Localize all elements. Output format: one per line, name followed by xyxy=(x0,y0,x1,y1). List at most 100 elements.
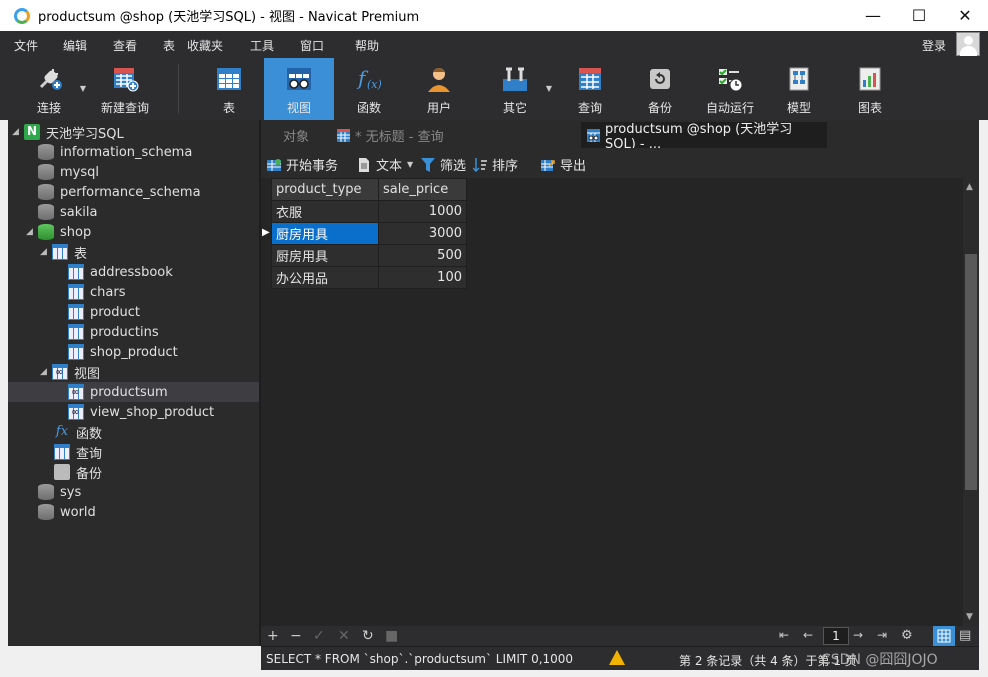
table-row[interactable]: 厨房用具 500 xyxy=(271,244,467,267)
tree-db-sys[interactable]: sys xyxy=(38,482,81,502)
warning-icon[interactable] xyxy=(609,650,625,665)
toolbar-function-button[interactable]: f (x) 函数 xyxy=(342,58,396,120)
form-view-icon[interactable]: ▤ xyxy=(959,628,971,643)
tab-untitled-query[interactable]: * 无标题 - 查询 xyxy=(331,122,450,148)
scrollbar-thumb[interactable] xyxy=(965,254,977,490)
tab-productsum-view[interactable]: productsum @shop (天池学习SQL) - ... xyxy=(581,122,827,152)
tree-table-item[interactable]: productins xyxy=(68,322,159,342)
tree-db-information-schema[interactable]: information_schema xyxy=(38,142,192,162)
tree-db-mysql[interactable]: mysql xyxy=(38,162,99,182)
tree-tables-folder[interactable]: ◢ 表 xyxy=(40,242,87,262)
maximize-button[interactable]: ☐ xyxy=(896,0,942,31)
close-button[interactable]: ✕ xyxy=(942,0,988,31)
toolbar-view-button[interactable]: 视图 xyxy=(264,58,334,120)
table-cell[interactable]: 3000 xyxy=(378,222,467,245)
view-icon xyxy=(68,384,84,400)
menu-window[interactable]: 窗口 xyxy=(300,37,324,54)
minimize-button[interactable]: — xyxy=(850,0,896,31)
tree-view-item[interactable]: view_shop_product xyxy=(68,402,214,422)
table-cell[interactable]: 办公用品 xyxy=(271,266,379,289)
menu-edit[interactable]: 编辑 xyxy=(63,37,87,54)
tab-objects[interactable]: 对象 xyxy=(277,122,315,148)
tree-table-item[interactable]: chars xyxy=(68,282,125,302)
tree-db-performance-schema[interactable]: performance_schema xyxy=(38,182,201,202)
tree-view-item-selected[interactable]: productsum xyxy=(8,382,259,402)
table-cell[interactable]: 500 xyxy=(378,244,467,267)
page-number-field[interactable]: 1 xyxy=(823,627,849,645)
table-cell[interactable]: 100 xyxy=(378,266,467,289)
menu-file[interactable]: 文件 xyxy=(14,37,38,54)
table-row[interactable]: 办公用品 100 xyxy=(271,266,467,289)
chevron-down-icon[interactable]: ▼ xyxy=(407,160,413,169)
menu-tools[interactable]: 工具 xyxy=(250,37,274,54)
stop-icon[interactable]: ■ xyxy=(385,628,398,644)
menu-table[interactable]: 表 xyxy=(163,37,175,54)
table-icon xyxy=(52,244,68,260)
collapse-arrow-icon[interactable]: ◢ xyxy=(12,127,24,137)
table-row[interactable]: 衣服 1000 xyxy=(271,200,467,223)
toolbar-new-query-button[interactable]: 新建查询 xyxy=(98,58,152,120)
add-record-icon[interactable]: + xyxy=(267,628,279,644)
gear-icon[interactable]: ⚙ xyxy=(901,628,913,643)
tree-db-shop[interactable]: ◢ shop xyxy=(26,222,91,242)
tree-connection[interactable]: ◢ 天池学习SQL xyxy=(12,122,124,142)
table-cell[interactable]: 厨房用具 xyxy=(271,244,379,267)
tree-db-sakila[interactable]: sakila xyxy=(38,202,97,222)
export-button[interactable]: 导出 xyxy=(541,155,586,174)
export-icon xyxy=(541,158,555,172)
tree-table-item[interactable]: addressbook xyxy=(68,262,173,282)
text-view-button[interactable]: 文本 ▼ xyxy=(357,155,413,174)
apply-check-icon[interactable]: ✓ xyxy=(313,628,325,644)
toolbar-model-button[interactable]: 模型 xyxy=(772,58,826,120)
first-page-icon[interactable]: ⇤ xyxy=(779,628,789,642)
collapse-arrow-icon[interactable]: ◢ xyxy=(40,247,52,257)
delete-record-icon[interactable]: − xyxy=(290,628,302,644)
menu-help[interactable]: 帮助 xyxy=(355,37,379,54)
sort-button[interactable]: 排序 xyxy=(472,155,518,174)
tree-table-item[interactable]: product xyxy=(68,302,140,322)
tree-backups-folder[interactable]: 备份 xyxy=(54,462,102,482)
menu-favorites[interactable]: 收藏夹 xyxy=(187,37,223,54)
tree-queries-folder[interactable]: 查询 xyxy=(54,442,102,462)
grid-view-button[interactable] xyxy=(933,626,955,646)
toolbar-schedule-button[interactable]: 自动运行 xyxy=(703,58,757,120)
column-header[interactable]: product_type xyxy=(271,178,379,201)
toolbar-query-button[interactable]: 查询 xyxy=(563,58,617,120)
user-icon xyxy=(425,65,453,93)
table-row-selected[interactable]: 厨房用具 3000 xyxy=(271,222,467,245)
filter-button[interactable]: 筛选 xyxy=(421,155,466,174)
collapse-arrow-icon[interactable]: ◢ xyxy=(26,227,38,237)
table-cell[interactable]: 衣服 xyxy=(271,200,379,223)
toolbar-chart-button[interactable]: 图表 xyxy=(843,58,897,120)
tree-views-folder[interactable]: ◢ 视图 xyxy=(40,362,100,382)
next-page-icon[interactable]: → xyxy=(853,628,863,642)
column-header[interactable]: sale_price xyxy=(378,178,467,201)
toolbar-other-button[interactable]: 其它 ▼ xyxy=(488,58,552,120)
collapse-arrow-icon[interactable]: ◢ xyxy=(40,367,52,377)
tree-table-item[interactable]: shop_product xyxy=(68,342,178,362)
user-avatar-icon[interactable] xyxy=(956,32,980,56)
refresh-icon[interactable]: ↻ xyxy=(362,628,374,644)
vertical-scrollbar[interactable]: ▲ ▼ xyxy=(963,178,979,626)
chevron-down-icon[interactable]: ▼ xyxy=(80,84,86,93)
tree-functions-folder[interactable]: fx 函数 xyxy=(54,422,102,442)
login-link[interactable]: 登录 xyxy=(922,37,946,54)
scroll-down-icon[interactable]: ▼ xyxy=(966,612,973,622)
toolbar-new-query-label: 新建查询 xyxy=(100,101,149,115)
toolbar-user-button[interactable]: 用户 xyxy=(412,58,466,120)
menu-view[interactable]: 查看 xyxy=(113,37,137,54)
discard-x-icon[interactable]: ✕ xyxy=(338,628,350,644)
toolbar-connect-button[interactable]: 连接 ▼ xyxy=(22,58,86,120)
view-icon xyxy=(587,128,600,142)
data-grid[interactable]: ▶ product_type sale_price 衣服 1000 厨房用具 3… xyxy=(261,178,963,626)
toolbar-backup-button[interactable]: 备份 xyxy=(633,58,687,120)
table-cell-selected[interactable]: 厨房用具 xyxy=(271,222,379,245)
toolbar-table-button[interactable]: 表 xyxy=(200,58,258,120)
last-page-icon[interactable]: ⇥ xyxy=(877,628,887,642)
table-cell[interactable]: 1000 xyxy=(378,200,467,223)
tree-db-world[interactable]: world xyxy=(38,502,96,522)
chevron-down-icon[interactable]: ▼ xyxy=(546,84,552,93)
previous-page-icon[interactable]: ← xyxy=(803,628,813,642)
begin-transaction-button[interactable]: 开始事务 xyxy=(267,155,338,174)
scroll-up-icon[interactable]: ▲ xyxy=(966,182,973,192)
